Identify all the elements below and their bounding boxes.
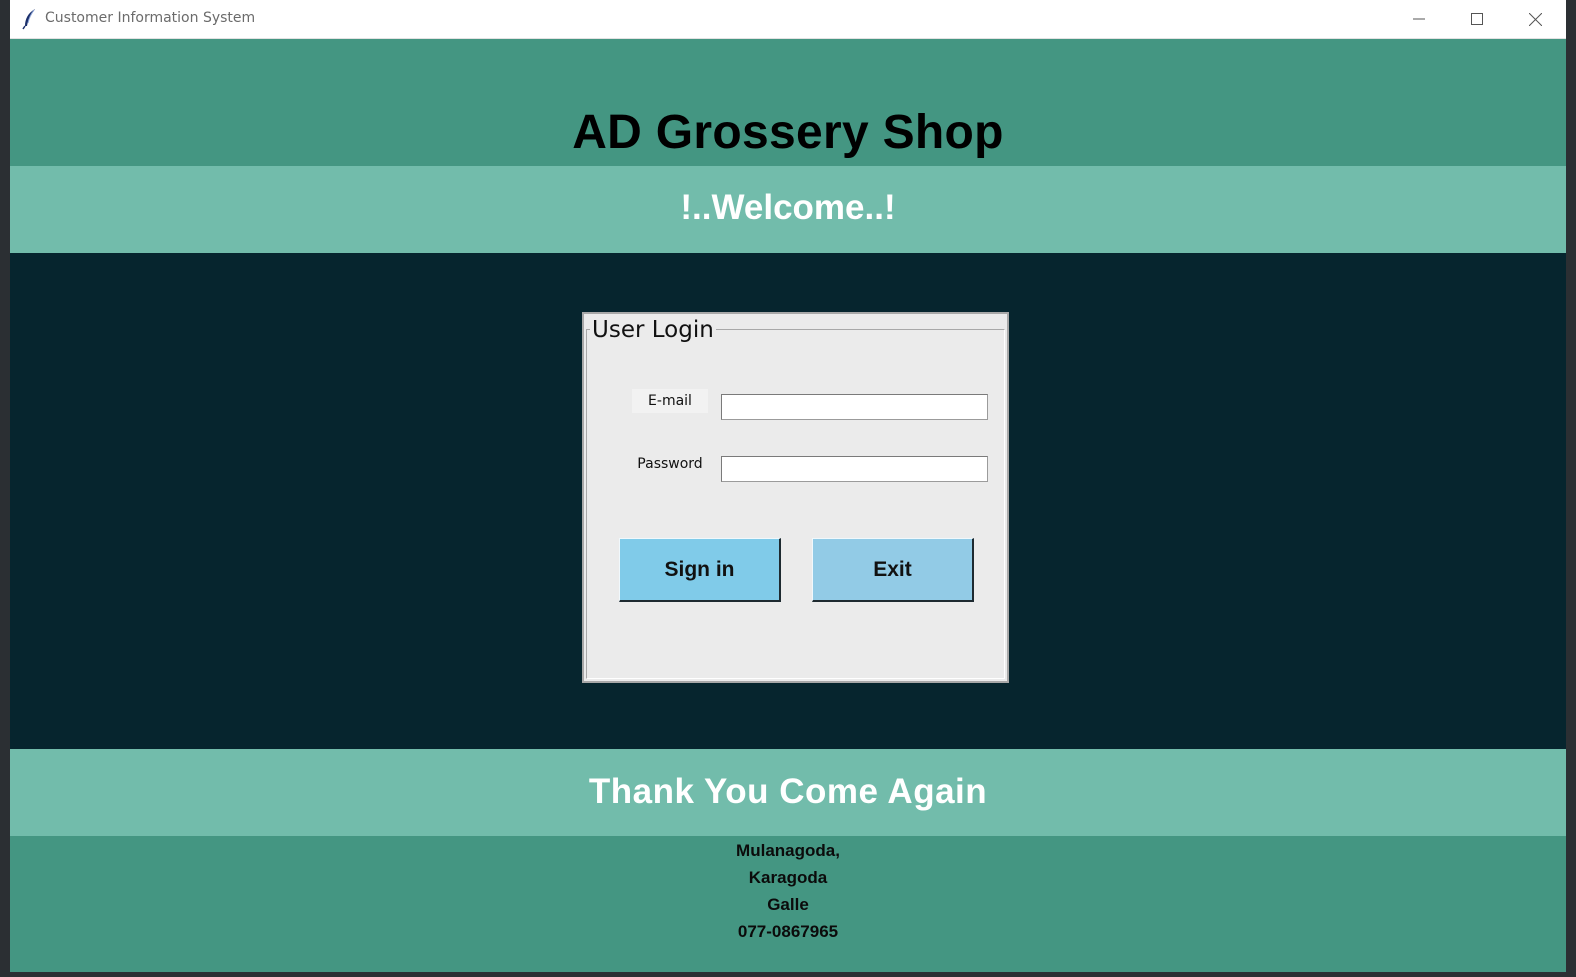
shop-title: AD Grossery Shop [572,106,1004,159]
email-label: E-mail [632,389,708,413]
maximize-button[interactable] [1448,0,1506,38]
welcome-text: !..Welcome..! [680,188,896,227]
background-left-edge [0,0,10,977]
sign-in-button[interactable]: Sign in [619,538,781,602]
close-button[interactable] [1506,0,1564,38]
password-label: Password [637,456,703,472]
app-window: Customer Information System AD Grossery … [10,0,1566,972]
background-right-edge [1566,0,1576,977]
minimize-button[interactable] [1390,0,1448,38]
close-icon [1528,12,1542,26]
address-line: Mulanagoda, [736,841,840,860]
phone-number: 077-0867965 [737,922,839,941]
address-line: Karagoda [748,868,828,887]
exit-button[interactable]: Exit [812,538,974,602]
minimize-icon [1413,18,1425,20]
address-line: Galle [767,895,809,914]
password-input[interactable] [721,456,988,482]
maximize-icon [1471,13,1483,25]
background-bottom-edge [10,972,1566,977]
email-input[interactable] [721,394,988,420]
window-title: Customer Information System [45,10,256,26]
title-bar[interactable]: Customer Information System [10,0,1566,39]
user-login-frame: User Login E-mail Password Sign in Exit [582,312,1009,683]
feather-icon [22,8,38,30]
login-frame-border [586,329,1005,679]
thank-you-text: Thank You Come Again [588,772,988,811]
login-legend: User Login [590,315,716,345]
